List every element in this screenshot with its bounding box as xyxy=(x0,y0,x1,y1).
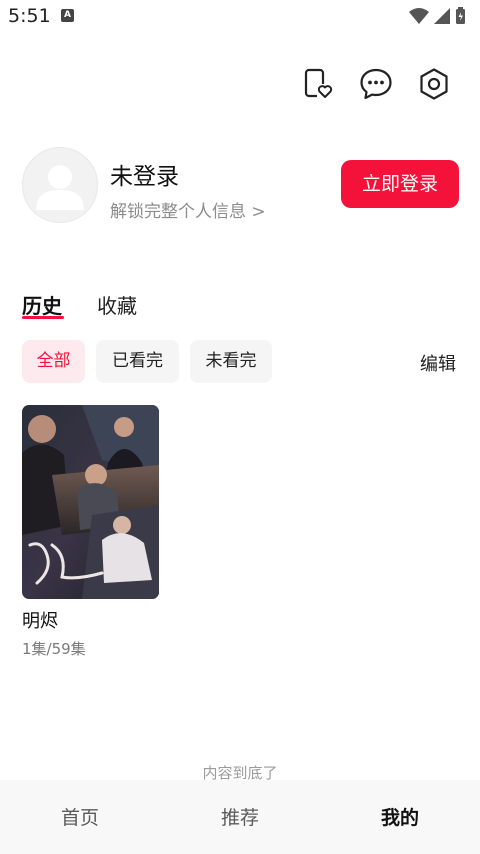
drama-title[interactable]: 明烬 xyxy=(22,607,58,633)
nav-recommend[interactable]: 推荐 xyxy=(160,803,320,830)
drama-poster[interactable] xyxy=(22,405,159,599)
tab-history[interactable]: 历史 xyxy=(22,290,62,319)
nav-mine[interactable]: 我的 xyxy=(320,803,480,830)
user-placeholder-icon xyxy=(36,165,84,210)
wifi-icon xyxy=(409,8,429,24)
notification-icon: A xyxy=(61,9,74,22)
system-status-icons xyxy=(409,7,465,24)
battery-icon xyxy=(456,7,465,24)
unlock-profile-link[interactable]: 解锁完整个人信息 > xyxy=(110,197,266,222)
filter-unwatched[interactable]: 未看完 xyxy=(190,340,272,383)
nav-home[interactable]: 首页 xyxy=(0,803,160,830)
profile-name[interactable]: 未登录 xyxy=(110,157,179,191)
edit-button[interactable]: 编辑 xyxy=(420,350,456,376)
filter-watched[interactable]: 已看完 xyxy=(96,340,179,383)
status-time: 5:51 xyxy=(8,5,51,27)
signal-icon xyxy=(434,8,450,24)
settings-icon[interactable] xyxy=(416,66,452,102)
login-button[interactable]: 立即登录 xyxy=(341,160,459,208)
status-bar: 5:51 A xyxy=(0,0,480,32)
filter-all[interactable]: 全部 xyxy=(22,340,85,383)
poster-artwork xyxy=(22,405,159,599)
message-icon[interactable] xyxy=(358,66,394,102)
episode-progress: 1集/59集 xyxy=(22,640,86,658)
favorite-phone-icon[interactable] xyxy=(299,66,335,102)
tab-favorites[interactable]: 收藏 xyxy=(97,290,137,319)
avatar[interactable] xyxy=(22,147,98,223)
active-tab-indicator xyxy=(22,316,64,319)
